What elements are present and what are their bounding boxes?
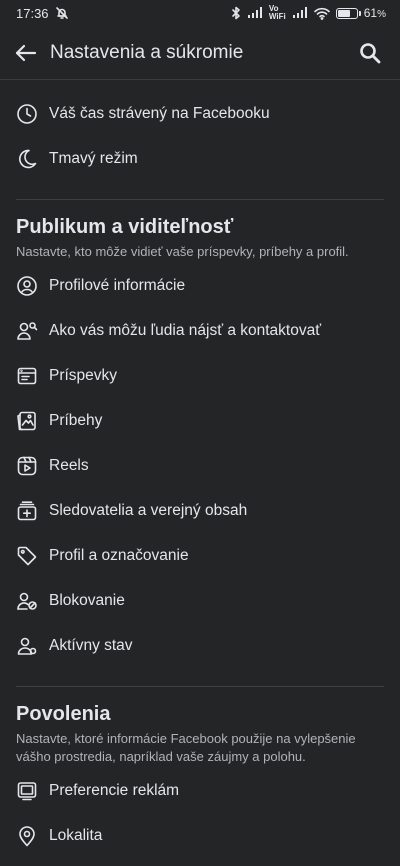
posts-icon — [16, 365, 38, 387]
list-item-posts[interactable]: Príspevky — [0, 353, 400, 398]
list-item-location[interactable]: Lokalita — [0, 813, 400, 858]
moon-icon — [16, 148, 38, 170]
status-bar: 17:36 Vo WiFi 61% — [0, 0, 400, 26]
list-item-time-on-facebook[interactable]: Váš čas strávený na Facebooku — [0, 91, 400, 136]
battery-indicator: 61% — [335, 6, 386, 20]
ads-icon — [16, 780, 38, 802]
find-contact-icon — [16, 320, 38, 342]
arrow-left-icon — [15, 44, 37, 61]
reels-icon — [16, 455, 38, 477]
list-item-blocking[interactable]: Blokovanie — [0, 578, 400, 623]
section-subtitle-permissions: Nastavte, ktoré informácie Facebook použ… — [16, 731, 356, 764]
list-item-active-status[interactable]: Aktívny stav — [0, 623, 400, 668]
followers-icon — [16, 500, 38, 522]
list-item-profile-tagging[interactable]: Profil a označovanie — [0, 533, 400, 578]
status-time: 17:36 — [16, 5, 49, 21]
mute-bell-icon — [55, 6, 69, 20]
list-item-find-contact[interactable]: Ako vás môžu ľudia nájsť a kontaktovať — [0, 308, 400, 353]
list-item-profile-info[interactable]: Profilové informácie — [0, 263, 400, 308]
section-title-permissions: Povolenia — [16, 703, 111, 725]
tag-icon — [16, 545, 38, 567]
location-pin-icon — [16, 825, 38, 847]
profile-icon — [16, 275, 38, 297]
signal-icon-1 — [247, 7, 263, 19]
list-item-ad-preferences[interactable]: Preferencie reklám — [0, 768, 400, 813]
search-icon — [360, 42, 381, 63]
back-button[interactable] — [2, 29, 50, 77]
block-user-icon — [16, 590, 38, 612]
signal-icon-2 — [292, 7, 308, 19]
active-status-icon — [16, 635, 38, 657]
bluetooth-icon — [231, 6, 241, 20]
search-button[interactable] — [346, 29, 394, 77]
battery-icon — [335, 7, 358, 19]
list-item-reels[interactable]: Reels — [0, 443, 400, 488]
page-title: Nastavenia a súkromie — [50, 41, 244, 63]
section-subtitle-audience: Nastavte, kto môže vidieť vaše príspevky… — [16, 244, 349, 259]
list-item-followers[interactable]: Sledovatelia a verejný obsah — [0, 488, 400, 533]
section-title-audience: Publikum a viditeľnosť — [16, 216, 234, 238]
battery-percent: 61 — [363, 6, 378, 20]
app-bar: Nastavenia a súkromie — [0, 26, 400, 80]
stories-icon — [16, 410, 38, 432]
vowifi-label: Vo WiFi — [268, 4, 286, 21]
list-item-stories[interactable]: Príbehy — [0, 398, 400, 443]
wifi-icon — [313, 7, 330, 20]
clock-icon — [16, 103, 38, 125]
list-item-dark-mode[interactable]: Tmavý režim — [0, 136, 400, 181]
settings-list: Váš čas strávený na Facebooku Tmavý reži… — [0, 81, 400, 858]
